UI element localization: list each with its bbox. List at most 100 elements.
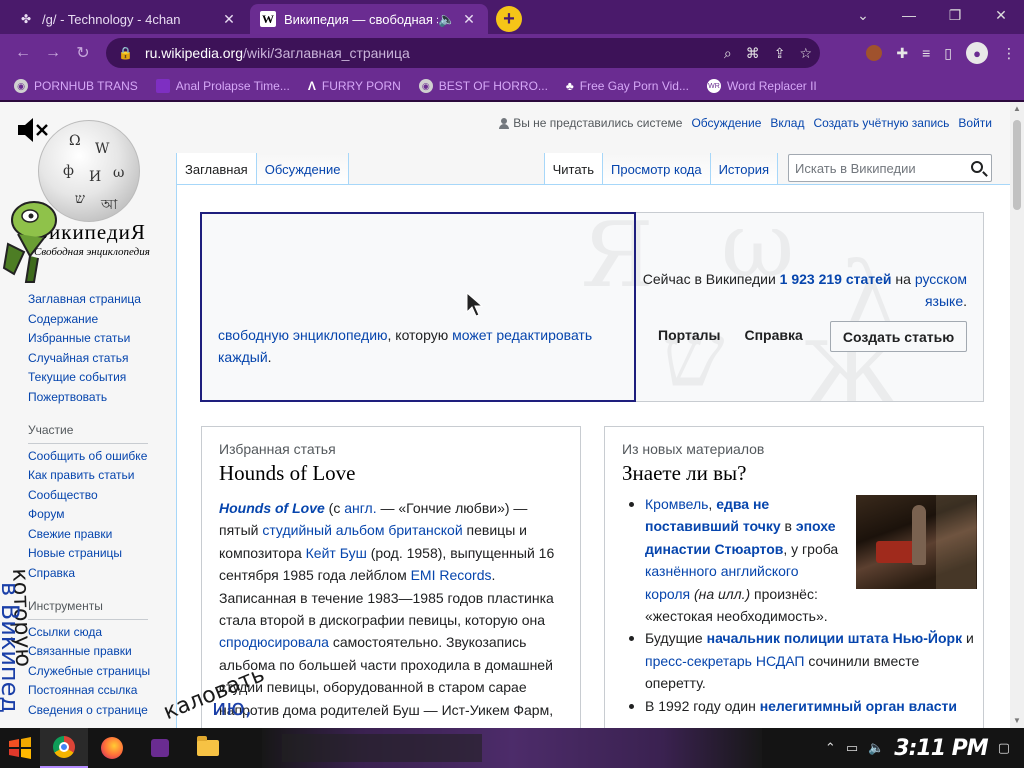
chrome-taskbar-icon[interactable]: [40, 728, 88, 768]
article-count-link[interactable]: 1 923 219 статей: [780, 271, 892, 287]
sidebar-item-random[interactable]: Случайная статья: [28, 349, 152, 369]
create-article-button[interactable]: Создать статью: [830, 321, 967, 352]
cromwell-painting-image[interactable]: [856, 495, 977, 589]
press-secretary-link[interactable]: пресс-секретарь НСДАП: [645, 653, 804, 669]
sidebar-item-community[interactable]: Сообщество: [28, 486, 152, 506]
bookmark[interactable]: ♣ Free Gay Porn Vid...: [566, 79, 689, 93]
close-window-icon[interactable]: ✕: [978, 0, 1024, 30]
dyk-bold-link[interactable]: начальник полиции штата Нью-Йорк: [707, 630, 963, 646]
sidebar-item-contents[interactable]: Содержание: [28, 310, 152, 330]
studio-link[interactable]: студийный: [262, 522, 332, 538]
sidebar-item-recent-changes[interactable]: Свежие правки: [28, 525, 152, 545]
translate-icon[interactable]: ⌘: [746, 45, 760, 62]
restore-icon[interactable]: ❐: [932, 0, 978, 30]
tab-wikipedia[interactable]: W Википедия — свободная э 🔈 ✕: [250, 4, 488, 34]
produced-link[interactable]: спродюсировала: [219, 634, 329, 650]
login-link[interactable]: Войти: [958, 116, 992, 130]
network-icon[interactable]: ▭: [846, 740, 858, 756]
sidebar-item-donate[interactable]: Пожертвовать: [28, 388, 152, 408]
new-tab-button[interactable]: +: [496, 6, 522, 32]
sidebar-item-report-error[interactable]: Сообщить об ошибке: [28, 447, 152, 467]
tab-history[interactable]: История: [710, 153, 778, 184]
explorer-taskbar-icon[interactable]: [184, 728, 232, 768]
help-link[interactable]: Справка: [744, 327, 802, 343]
forward-icon[interactable]: →: [38, 38, 68, 68]
count-prefix: Сейчас в Википедии: [642, 271, 780, 287]
lock-icon[interactable]: 🔒: [118, 46, 133, 60]
sidebar-item-new-pages[interactable]: Новые страницы: [28, 544, 152, 564]
search-input[interactable]: Искать в Википедии: [788, 154, 992, 182]
taskbar-clock[interactable]: 3:11 PM: [894, 736, 988, 761]
sidepanel-icon[interactable]: ▯: [944, 45, 952, 62]
firefox-taskbar-icon[interactable]: [88, 728, 136, 768]
minimize-icon[interactable]: —: [886, 0, 932, 30]
speaker-icon[interactable]: 🔈: [438, 11, 456, 28]
page-scrollbar[interactable]: ▲ ▼: [1010, 102, 1024, 728]
free-encyclopedia-link[interactable]: свободную энциклопедию: [218, 327, 388, 343]
back-icon[interactable]: ←: [8, 38, 38, 68]
english-link[interactable]: англ.: [344, 500, 376, 516]
sidebar-item-main-page[interactable]: Заглавная страница: [28, 290, 152, 310]
contributions-link[interactable]: Вклад: [770, 116, 804, 130]
chevron-up-icon[interactable]: ⌃: [825, 740, 836, 756]
tab-talk[interactable]: Обсуждение: [256, 153, 350, 184]
wikipedia-page: Вы не представились системе Обсуждение В…: [0, 102, 1010, 728]
sidebar-item-what-links-here[interactable]: Ссылки сюда: [28, 623, 152, 643]
extensions-puzzle-icon[interactable]: ✚: [896, 45, 908, 62]
tab-read[interactable]: Читать: [543, 153, 603, 184]
sidebar-item-help[interactable]: Справка: [28, 564, 152, 584]
dyk-bold-link[interactable]: нелегитимный орган власти: [760, 698, 957, 714]
media-taskbar-icon[interactable]: [136, 728, 184, 768]
british-link[interactable]: британской: [388, 522, 462, 538]
volume-icon[interactable]: 🔈: [868, 740, 884, 756]
portals-link[interactable]: Порталы: [658, 327, 720, 343]
sidebar-item-current-events[interactable]: Текущие события: [28, 368, 152, 388]
tab-4chan[interactable]: ✤ /g/ - Technology - 4chan ✕: [8, 4, 248, 34]
address-bar[interactable]: 🔒 ru.wikipedia.org/wiki/Заглавная_страни…: [106, 38, 820, 68]
create-account-link[interactable]: Создать учётную запись: [813, 116, 949, 130]
firefox-icon: [101, 737, 123, 759]
close-tab-icon[interactable]: ✕: [220, 11, 238, 28]
bookmark[interactable]: ◉ PORNHUB TRANS: [14, 79, 138, 93]
scroll-down-icon[interactable]: ▼: [1010, 714, 1024, 728]
chevron-down-icon[interactable]: ⌄: [840, 0, 886, 30]
album-link[interactable]: альбом: [336, 522, 385, 538]
emi-link[interactable]: EMI Records: [411, 567, 492, 583]
star-icon[interactable]: ☆: [799, 45, 812, 62]
extension-avatar-icon[interactable]: [866, 45, 883, 61]
menu-kebab-icon[interactable]: ⋮: [1002, 45, 1016, 62]
kate-bush-link[interactable]: Кейт Буш: [306, 545, 367, 561]
scroll-thumb[interactable]: [1013, 120, 1021, 210]
playlist-icon[interactable]: ≡: [922, 45, 930, 61]
scroll-up-icon[interactable]: ▲: [1010, 102, 1024, 116]
russian-language-link[interactable]: русском языке: [915, 271, 967, 309]
sidebar-item-permalink[interactable]: Постоянная ссылка: [28, 681, 152, 701]
tab-view-source[interactable]: Просмотр кода: [603, 153, 711, 184]
search-icon[interactable]: [971, 161, 983, 173]
featured-title-link[interactable]: Hounds of Love: [219, 500, 325, 516]
toolbar-right: ✚ ≡ ▯ ● ⋮: [866, 38, 1016, 68]
featured-heading[interactable]: Hounds of Love: [219, 461, 355, 486]
tab-main-page[interactable]: Заглавная: [176, 153, 257, 184]
profile-icon[interactable]: ●: [966, 42, 988, 64]
bookmark[interactable]: Anal Prolapse Time...: [155, 79, 290, 93]
bookmark[interactable]: Λ FURRY PORN: [308, 79, 401, 93]
sidebar-item-page-info[interactable]: Сведения о странице: [28, 701, 152, 721]
reload-icon[interactable]: ↻: [68, 38, 98, 68]
search-icon[interactable]: ⌕: [724, 45, 732, 62]
bookmark[interactable]: WR Word Replacer II: [706, 79, 817, 93]
sidebar-item-related-changes[interactable]: Связанные правки: [28, 642, 152, 662]
notifications-icon[interactable]: ▢: [998, 740, 1010, 756]
url-path: /wiki/Заглавная_страница: [243, 45, 410, 61]
sidebar-item-forum[interactable]: Форум: [28, 505, 152, 525]
close-tab-icon[interactable]: ✕: [460, 11, 478, 28]
sidebar-item-how-to-edit[interactable]: Как править статьи: [28, 466, 152, 486]
sidebar-item-featured[interactable]: Избранные статьи: [28, 329, 152, 349]
cromwell-link[interactable]: Кромвель: [645, 496, 708, 512]
share-icon[interactable]: ⇪: [774, 45, 786, 62]
bookmark[interactable]: ◉ BEST OF HORRO...: [418, 79, 548, 93]
window-controls: ⌄ — ❐ ✕: [840, 0, 1024, 30]
start-button[interactable]: [0, 728, 40, 768]
sidebar-item-special-pages[interactable]: Служебные страницы: [28, 662, 152, 682]
talk-link[interactable]: Обсуждение: [691, 116, 761, 130]
